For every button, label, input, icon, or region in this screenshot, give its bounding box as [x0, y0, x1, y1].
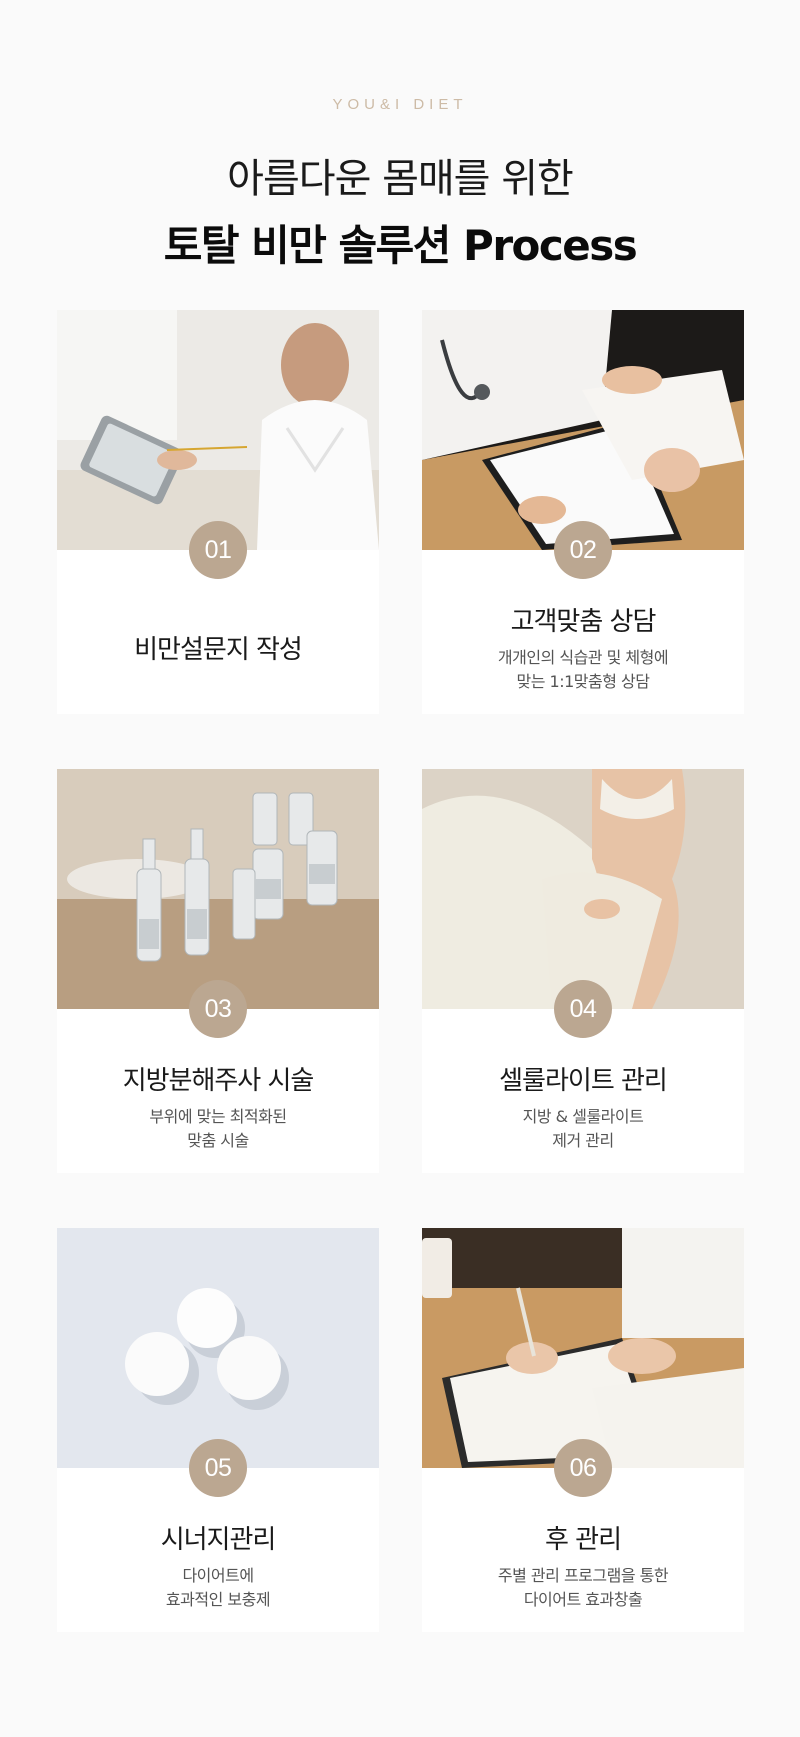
step-number-badge: 03	[189, 980, 247, 1038]
step-description-line: 다이어트에	[182, 1565, 254, 1585]
doctor-consultation-photo	[422, 310, 744, 550]
process-card-03: 03 지방분해주사 시술 부위에 맞는 최적화된 맞춤 시술	[57, 769, 379, 1173]
step-description: 주별 관리 프로그램을 통한 다이어트 효과창출	[497, 1564, 669, 1612]
step-number-badge: 05	[189, 1439, 247, 1497]
step-description-line: 지방 & 셀룰라이트	[522, 1106, 644, 1126]
process-card-05: 05 시너지관리 다이어트에 효과적인 보충제	[57, 1228, 379, 1632]
step-description: 부위에 맞는 최적화된 맞춤 시술	[149, 1105, 287, 1153]
process-section: YOU&I DIET 아름다운 몸매를 위한 토탈 비만 솔루션 Process…	[0, 0, 800, 1737]
step-title: 지방분해주사 시술	[122, 1065, 315, 1096]
step-description-line: 제거 관리	[552, 1130, 614, 1150]
section-title-line2: 토탈 비만 솔루션 Process	[163, 221, 638, 270]
step-description: 지방 & 셀룰라이트 제거 관리	[523, 1105, 644, 1153]
process-card-01: 01 비만설문지 작성	[57, 310, 379, 714]
process-card-02: 02 고객맞춤 상담 개개인의 식습관 및 체형에 맞는 1:1맞춤형 상담	[422, 310, 744, 714]
white-pills-photo	[57, 1228, 379, 1468]
section-title-line1: 아름다운 몸매를 위한	[227, 156, 574, 202]
step-number-badge: 02	[554, 521, 612, 579]
step-description-line: 효과적인 보충제	[165, 1589, 271, 1609]
step-title: 비만설문지 작성	[134, 634, 303, 665]
step-number-badge: 04	[554, 980, 612, 1038]
step-title: 시너지관리	[160, 1524, 277, 1555]
step-description-line: 주별 관리 프로그램을 통한	[497, 1565, 669, 1585]
step-description-line: 개개인의 식습관 및 체형에	[497, 647, 669, 667]
step-number-badge: 06	[554, 1439, 612, 1497]
brand-eyebrow: YOU&I DIET	[332, 96, 468, 113]
step-title: 고객맞춤 상담	[510, 606, 657, 637]
step-description-line: 맞는 1:1맞춤형 상담	[516, 671, 650, 691]
step-description: 다이어트에 효과적인 보충제	[165, 1564, 271, 1612]
step-description-line: 다이어트 효과창출	[523, 1589, 643, 1609]
process-card-06: 06 후 관리 주별 관리 프로그램을 통한 다이어트 효과창출	[422, 1228, 744, 1632]
ampoules-and-vials-photo	[57, 769, 379, 1009]
step-title: 후 관리	[544, 1524, 622, 1555]
step-description-line: 맞춤 시술	[187, 1130, 249, 1150]
step-description: 개개인의 식습관 및 체형에 맞는 1:1맞춤형 상담	[497, 646, 669, 694]
step-description-line: 부위에 맞는 최적화된	[149, 1106, 287, 1126]
process-card-04: 04 셀룰라이트 관리 지방 & 셀룰라이트 제거 관리	[422, 769, 744, 1173]
slim-body-photo	[422, 769, 744, 1009]
step-title: 셀룰라이트 관리	[499, 1065, 668, 1096]
step-number-badge: 01	[189, 521, 247, 579]
woman-with-tablet-photo	[57, 310, 379, 550]
signing-document-photo	[422, 1228, 744, 1468]
